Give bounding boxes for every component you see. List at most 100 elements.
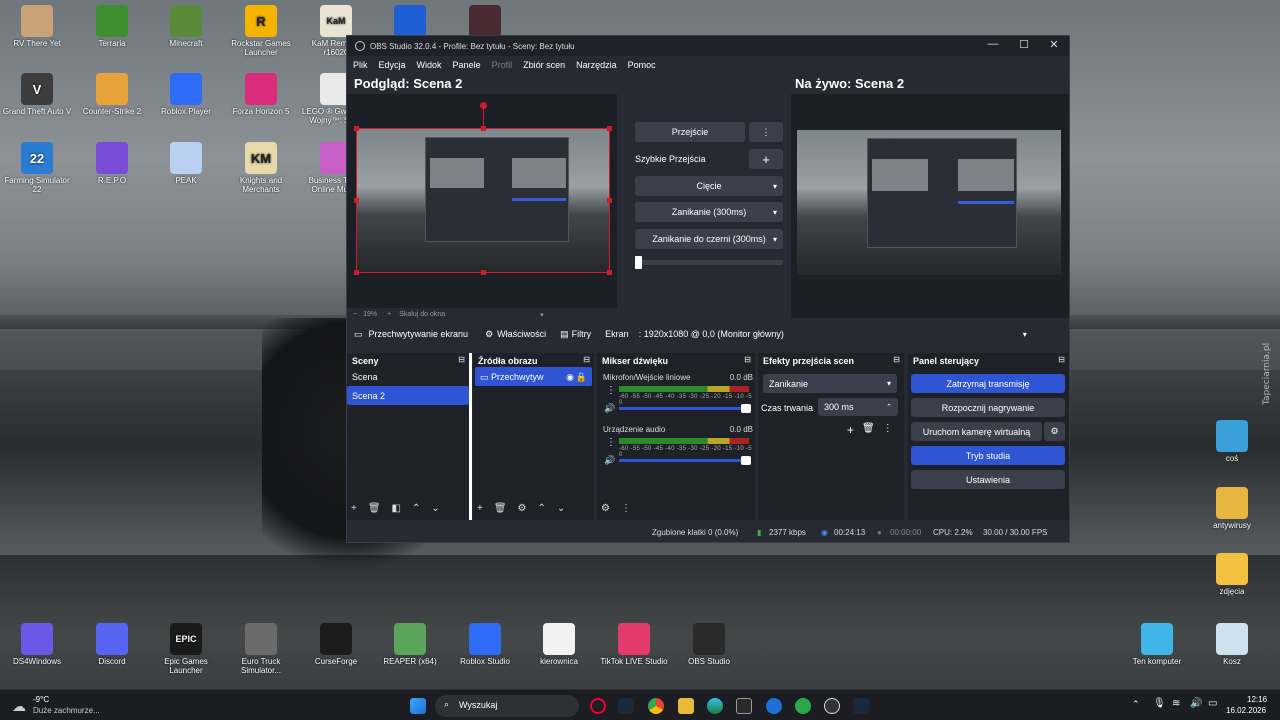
chevron-down-icon[interactable]: ▾	[540, 311, 544, 319]
zoom-fit-select[interactable]: Skaluj do okna	[399, 311, 445, 318]
taskbar-search[interactable]: ⌕ Wyszukaj	[435, 695, 579, 717]
desktop-icon[interactable]: Kosz	[1197, 623, 1267, 666]
desktop-icon[interactable]: Minecraft	[151, 5, 221, 48]
add-source-button[interactable]: +	[477, 503, 483, 514]
delete-source-button[interactable]: 🗑	[494, 503, 507, 514]
desktop-icon[interactable]: TikTok LIVE Studio	[599, 623, 669, 666]
properties-button[interactable]: Właściwości	[497, 329, 546, 339]
desktop-icon[interactable]: OBS Studio	[674, 623, 744, 666]
speaker-icon[interactable]: 🔊	[1190, 698, 1202, 709]
move-up-button[interactable]: ⌃	[412, 503, 420, 514]
source-item[interactable]: ▭ Przechwytyw ◉ 🔒	[475, 367, 592, 386]
dock-splitter[interactable]	[469, 353, 472, 520]
settings-button[interactable]: Ustawienia	[911, 470, 1065, 489]
more-vertical-icon[interactable]: ⋮	[606, 437, 616, 448]
desktop-icon[interactable]: Ten komputer	[1122, 623, 1192, 666]
scene-filters-button[interactable]: ◧	[392, 503, 401, 514]
clock-time[interactable]: 12:16	[1247, 695, 1267, 704]
opera-icon[interactable]	[590, 698, 606, 714]
close-button[interactable]: ✕	[1039, 38, 1069, 54]
menu-edycja[interactable]: Edycja	[379, 60, 406, 70]
menu-zbior-scen[interactable]: Zbiór scen	[523, 60, 565, 70]
dock-maximize-icon[interactable]: ⊟	[893, 355, 900, 364]
xbox-icon[interactable]	[795, 698, 811, 714]
move-down-button[interactable]: ⌄	[557, 503, 565, 514]
menu-pomoc[interactable]: Pomoc	[628, 60, 656, 70]
dock-maximize-icon[interactable]: ⊟	[1058, 355, 1065, 364]
zoom-in-button[interactable]: +	[387, 311, 391, 318]
virtual-camera-settings-button[interactable]: ⚙	[1044, 422, 1065, 441]
menu-profil[interactable]: Profil	[492, 60, 513, 70]
desktop-icon[interactable]: EPIC Epic Games Launcher	[151, 623, 221, 675]
dock-maximize-icon[interactable]: ⊟	[744, 355, 751, 364]
desktop-icon[interactable]: Discord	[77, 623, 147, 666]
delete-scene-button[interactable]: 🗑	[368, 503, 381, 514]
transition-select[interactable]: Zanikanie ▾	[763, 374, 897, 393]
battery-icon[interactable]: ▭	[1208, 698, 1217, 709]
volume-knob[interactable]	[741, 404, 751, 413]
steam-icon[interactable]	[618, 698, 634, 714]
desktop-icon[interactable]: KM Knights and Merchants	[226, 142, 296, 194]
start-virtual-camera-button[interactable]: Uruchom kamerę wirtualną	[911, 422, 1042, 441]
desktop-icon[interactable]: Roblox Player	[151, 73, 221, 116]
transition-menu-button[interactable]: ⋮	[749, 122, 783, 142]
desktop-icon[interactable]: DS4Windows	[2, 623, 72, 666]
edge-icon[interactable]	[707, 698, 723, 714]
speaker-icon[interactable]: 🔊	[604, 455, 615, 466]
clock-date[interactable]: 16.02.2026	[1226, 706, 1266, 715]
windows-start-icon[interactable]	[410, 698, 426, 714]
desktop-icon[interactable]: Forza Horizon 5	[226, 73, 296, 116]
desktop-icon[interactable]: CurseForge	[301, 623, 371, 666]
desktop-icon[interactable]: Euro Truck Simulator...	[226, 623, 296, 675]
scene-item[interactable]: Scena	[347, 367, 469, 386]
desktop-icon[interactable]: RV There Yet	[2, 5, 72, 48]
delete-transition-button[interactable]: 🗑	[862, 423, 875, 437]
more-vertical-icon[interactable]: ⋮	[606, 385, 616, 396]
start-recording-button[interactable]: Rozpocznij nagrywanie	[911, 398, 1065, 417]
transition-button[interactable]: Przejście	[635, 122, 745, 142]
screen-select[interactable]: : 1920x1080 @ 0,0 (Monitor główny)	[639, 329, 1023, 339]
desktop-icon[interactable]: R.E.P.O	[77, 142, 147, 185]
volume-slider[interactable]	[619, 404, 751, 413]
chevron-up-icon[interactable]: ⌃	[1132, 699, 1140, 710]
studio-mode-button[interactable]: Tryb studia	[911, 446, 1065, 465]
move-up-button[interactable]: ⌃	[538, 503, 546, 514]
menu-widok[interactable]: Widok	[417, 60, 442, 70]
audio-settings-icon[interactable]: ⚙	[601, 503, 610, 514]
volume-slider[interactable]	[619, 456, 751, 465]
desktop-icon[interactable]: Counter-Strike 2	[77, 73, 147, 116]
dock-maximize-icon[interactable]: ⊟	[583, 355, 590, 364]
menu-plik[interactable]: Plik	[353, 60, 368, 70]
stop-streaming-button[interactable]: Zatrzymaj transmisję	[911, 374, 1065, 393]
more-vertical-icon[interactable]: ⋮	[883, 423, 893, 437]
volume-knob[interactable]	[741, 456, 751, 465]
wifi-icon[interactable]: ≋	[1172, 698, 1180, 709]
tbar-slider[interactable]	[635, 256, 783, 269]
file-explorer-icon[interactable]	[678, 698, 694, 714]
tbar-knob[interactable]	[635, 256, 642, 269]
desktop-icon[interactable]: zdjęcia	[1197, 553, 1267, 596]
move-down-button[interactable]: ⌄	[431, 503, 439, 514]
add-scene-button[interactable]: +	[351, 503, 357, 514]
desktop-icon[interactable]: antywirusy	[1197, 487, 1267, 530]
quick-transition-fade[interactable]: Zanikanie (300ms) ▾	[635, 202, 783, 222]
eye-icon[interactable]: ◉	[566, 372, 574, 383]
chrome-icon[interactable]	[648, 698, 664, 714]
add-quick-transition-button[interactable]: +	[749, 149, 783, 169]
desktop-icon[interactable]: PEAK	[151, 142, 221, 185]
dock-maximize-icon[interactable]: ⊟	[458, 355, 465, 364]
maximize-button[interactable]: ☐	[1009, 38, 1039, 54]
title-bar[interactable]: OBS Studio 32.0.4 - Profile: Bez tytułu …	[347, 36, 1069, 56]
scene-item-selected[interactable]: Scena 2	[347, 386, 469, 405]
desktop-icon[interactable]: V Grand Theft Auto V	[2, 73, 72, 116]
duration-spinbox[interactable]: 300 ms ⌃	[818, 398, 898, 416]
weather-icon[interactable]: ☁	[12, 698, 26, 715]
desktop-icon[interactable]: coś	[1197, 420, 1267, 463]
filters-button[interactable]: Filtry	[572, 329, 592, 339]
microphone-icon[interactable]: 🎙	[1153, 698, 1166, 709]
lock-icon[interactable]: 🔒	[576, 372, 587, 383]
menu-narzedzia[interactable]: Narzędzia	[576, 60, 617, 70]
app-icon[interactable]	[736, 698, 752, 714]
desktop-icon[interactable]: kierownica	[524, 623, 594, 666]
rotation-handle[interactable]	[480, 102, 487, 109]
